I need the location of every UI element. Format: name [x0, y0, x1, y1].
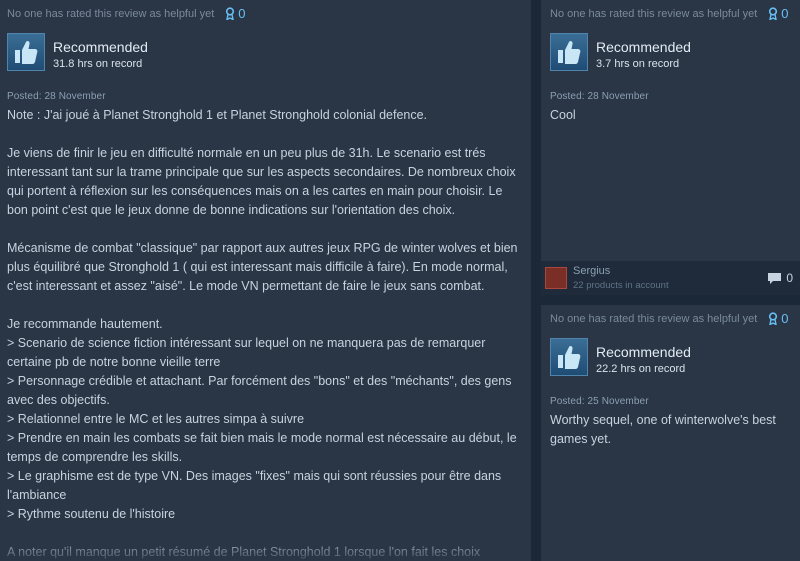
review-card-side-1: No one has rated this review as helpful …: [541, 0, 800, 295]
hours-on-record: 22.2 hrs on record: [596, 363, 686, 375]
comment-bubble-icon: [768, 272, 782, 284]
posted-date: Posted: 28 November: [7, 91, 106, 102]
helpful-bar: No one has rated this review as helpful …: [7, 6, 246, 21]
recommendation-block[interactable]: Recommended 22.2 hrs on record: [550, 338, 691, 376]
author-name[interactable]: Sergius: [573, 265, 669, 278]
posted-date: Posted: 28 November: [550, 91, 649, 102]
review-card-main: No one has rated this review as helpful …: [0, 0, 531, 561]
award-count: 0: [781, 311, 789, 326]
recommendation-block[interactable]: Recommended 3.7 hrs on record: [550, 33, 691, 71]
helpful-bar: No one has rated this review as helpful …: [550, 311, 789, 326]
helpful-bar: No one has rated this review as helpful …: [550, 6, 789, 21]
avatar[interactable]: [545, 267, 567, 289]
review-text: Cool: [550, 108, 576, 122]
award-ribbon-icon: [226, 7, 235, 20]
verdict-title: Recommended: [53, 39, 148, 55]
award-count: 0: [238, 6, 246, 21]
award-button[interactable]: 0: [768, 6, 789, 21]
helpful-text: No one has rated this review as helpful …: [550, 312, 758, 325]
comments-button[interactable]: 0: [767, 271, 793, 285]
award-ribbon-icon: [769, 312, 778, 325]
author-products: 22 products in account: [573, 279, 669, 291]
hours-on-record: 3.7 hrs on record: [596, 58, 680, 70]
review-text: Worthy sequel, one of winterwolve's best…: [550, 413, 776, 446]
recommendation-block[interactable]: Recommended 31.8 hrs on record: [7, 33, 148, 71]
thumbs-up-icon: [550, 338, 588, 376]
text-fade-overlay: [0, 533, 531, 561]
award-count: 0: [781, 6, 789, 21]
helpful-text: No one has rated this review as helpful …: [7, 7, 215, 20]
award-button[interactable]: 0: [225, 6, 246, 21]
award-button[interactable]: 0: [768, 311, 789, 326]
review-text: Note : J'ai joué à Planet Stronghold 1 e…: [7, 108, 518, 559]
author-strip[interactable]: Sergius 22 products in account 0: [541, 261, 800, 295]
verdict-title: Recommended: [596, 344, 691, 360]
hours-on-record: 31.8 hrs on record: [53, 58, 143, 70]
verdict-title: Recommended: [596, 39, 691, 55]
thumbs-up-icon: [550, 33, 588, 71]
comment-count: 0: [786, 271, 793, 285]
helpful-text: No one has rated this review as helpful …: [550, 7, 758, 20]
posted-date: Posted: 25 November: [550, 396, 649, 407]
review-card-side-2: No one has rated this review as helpful …: [541, 305, 800, 561]
award-ribbon-icon: [769, 7, 778, 20]
thumbs-up-icon: [7, 33, 45, 71]
